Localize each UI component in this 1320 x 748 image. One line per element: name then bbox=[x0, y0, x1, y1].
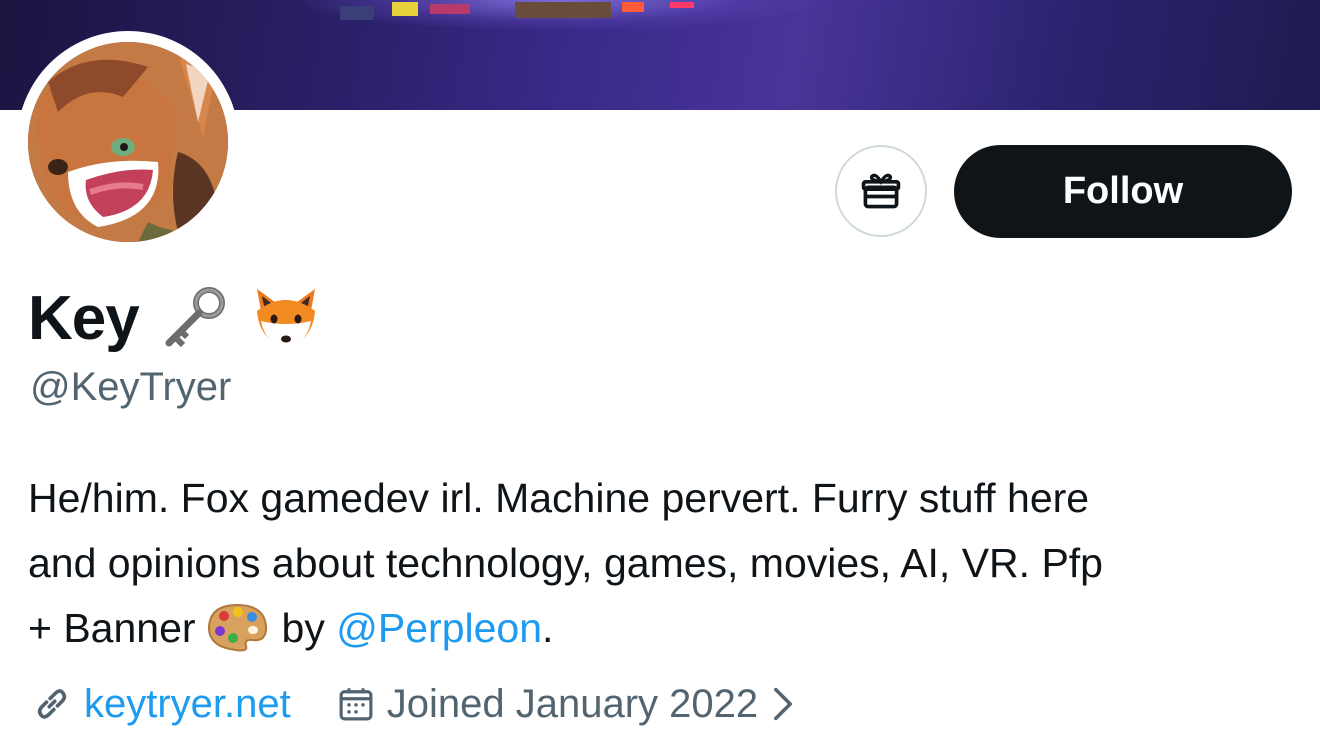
display-name-row: Key bbox=[28, 278, 323, 358]
avatar[interactable] bbox=[28, 42, 228, 242]
website-text[interactable]: keytryer.net bbox=[84, 682, 291, 727]
calendar-icon bbox=[335, 683, 377, 725]
gift-icon bbox=[861, 173, 901, 209]
bio-by-text: by bbox=[281, 605, 325, 651]
bio-line-1: He/him. Fox gamedev irl. Machine pervert… bbox=[28, 475, 1090, 521]
bio-mention-link[interactable]: @Perpleon bbox=[336, 605, 542, 651]
bio-line-3: + Banner by @Perpleon. bbox=[28, 596, 1298, 671]
bio-period: . bbox=[542, 605, 554, 651]
gift-button[interactable] bbox=[835, 145, 927, 237]
chevron-right-icon bbox=[772, 686, 794, 722]
joined-text: Joined January 2022 bbox=[386, 681, 759, 726]
bio-banner-text: + Banner bbox=[28, 605, 196, 651]
fox-avatar-illustration bbox=[28, 42, 228, 242]
artist-palette-emoji bbox=[206, 602, 268, 671]
follow-button[interactable]: Follow bbox=[954, 145, 1292, 238]
key-emoji bbox=[157, 281, 231, 355]
profile-header: Follow Key @KeyTryer He/him. Fox gamedev… bbox=[0, 0, 1320, 748]
profile-bio: He/him. Fox gamedev irl. Machine pervert… bbox=[28, 466, 1298, 671]
banner-artwork bbox=[340, 2, 694, 20]
bio-line-2: and opinions about technology, games, mo… bbox=[28, 540, 1103, 586]
website-link[interactable]: keytryer.net bbox=[30, 682, 291, 727]
profile-meta: keytryer.net Joined January 2022 bbox=[30, 676, 794, 732]
display-name: Key bbox=[28, 283, 140, 353]
user-handle: @KeyTryer bbox=[30, 365, 232, 409]
joined-date[interactable]: Joined January 2022 bbox=[335, 682, 794, 727]
fox-emoji bbox=[249, 281, 323, 355]
link-icon bbox=[30, 682, 74, 726]
